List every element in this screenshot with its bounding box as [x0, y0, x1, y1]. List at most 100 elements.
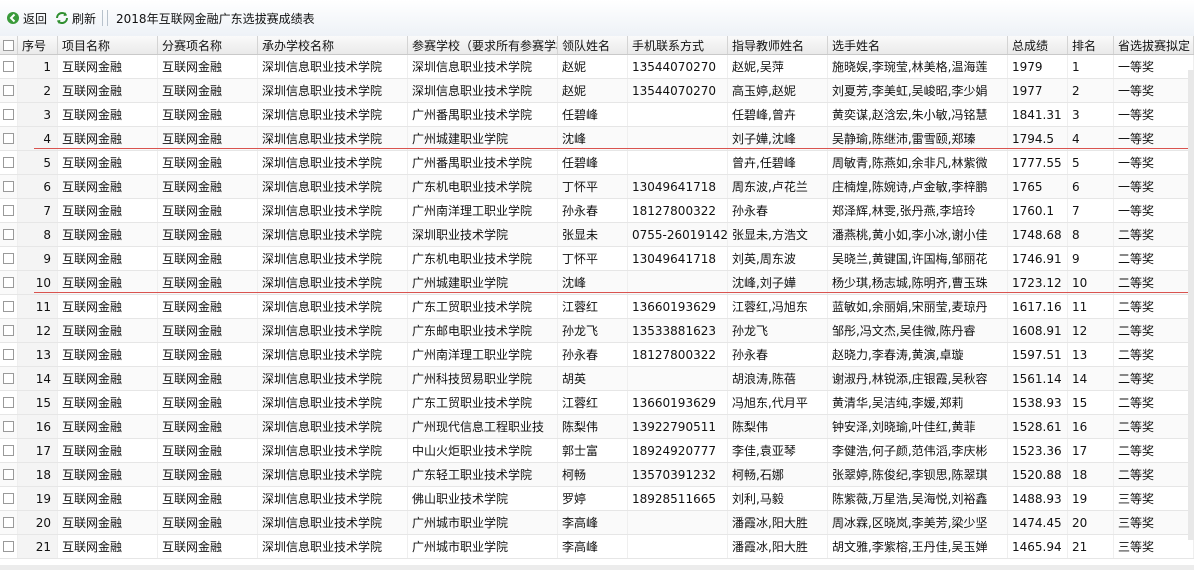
row-checkbox[interactable]: [0, 415, 18, 438]
select-all-checkbox[interactable]: [0, 36, 18, 54]
cell-col-project: 互联网金融: [58, 391, 158, 414]
header-col-score[interactable]: 总成绩: [1008, 36, 1068, 54]
header-col-leader[interactable]: 领队姓名: [558, 36, 628, 54]
row-checkbox[interactable]: [0, 535, 18, 558]
table-row[interactable]: 1 互联网金融 互联网金融 深圳信息职业技术学院 深圳信息职业技术学院 赵妮 1354407…: [0, 55, 1194, 79]
cell-col-index: 10: [18, 271, 58, 294]
cell-col-leader: 丁怀平: [558, 175, 628, 198]
cell-col-award: 一等奖: [1114, 55, 1194, 78]
table-row[interactable]: 12 互联网金融 互联网金融 深圳信息职业技术学院 广东邮电职业技术学院 孙龙飞 13533…: [0, 319, 1194, 343]
row-checkbox[interactable]: [0, 319, 18, 342]
cell-col-phone: 13049641718: [628, 175, 728, 198]
cell-col-host-school: 深圳信息职业技术学院: [258, 247, 408, 270]
cell-col-school: 广州城建职业学院: [408, 271, 558, 294]
table-row[interactable]: 21 互联网金融 互联网金融 深圳信息职业技术学院 广州城市职业学院 李高峰 潘霞冰,阳大胜…: [0, 535, 1194, 559]
table-row[interactable]: 6 互联网金融 互联网金融 深圳信息职业技术学院 广东机电职业技术学院 丁怀平 130496…: [0, 175, 1194, 199]
header-col-advisor[interactable]: 指导教师姓名: [728, 36, 828, 54]
horizontal-scrollbar[interactable]: [0, 565, 1194, 570]
cell-col-award: 二等奖: [1114, 415, 1194, 438]
table-row[interactable]: 13 互联网金融 互联网金融 深圳信息职业技术学院 广州南洋理工职业学院 孙永春 18127…: [0, 343, 1194, 367]
cell-col-subproject: 互联网金融: [158, 151, 258, 174]
cell-col-phone: 0755-26019142: [628, 223, 728, 246]
row-checkbox[interactable]: [0, 511, 18, 534]
vertical-scrollbar[interactable]: [1188, 70, 1194, 540]
row-checkbox[interactable]: [0, 247, 18, 270]
table-row[interactable]: 14 互联网金融 互联网金融 深圳信息职业技术学院 广州科技贸易职业学院 胡英 胡浪涛,陈蓓…: [0, 367, 1194, 391]
cell-col-score: 1777.55: [1008, 151, 1068, 174]
table-row[interactable]: 9 互联网金融 互联网金融 深圳信息职业技术学院 广东机电职业技术学院 丁怀平 130496…: [0, 247, 1194, 271]
cell-col-advisor: 高玉婷,赵妮: [728, 79, 828, 102]
table-row[interactable]: 17 互联网金融 互联网金融 深圳信息职业技术学院 中山火炬职业技术学院 郭士富 18924…: [0, 439, 1194, 463]
header-col-phone[interactable]: 手机联系方式: [628, 36, 728, 54]
cell-col-project: 互联网金融: [58, 151, 158, 174]
header-col-project[interactable]: 项目名称: [58, 36, 158, 54]
header-col-school[interactable]: 参赛学校（要求所有参赛学校: [408, 36, 558, 54]
row-checkbox[interactable]: [0, 343, 18, 366]
header-col-rank[interactable]: 排名: [1068, 36, 1114, 54]
cell-col-leader: 李高峰: [558, 511, 628, 534]
cell-col-score: 1841.31: [1008, 103, 1068, 126]
checkbox-box: [3, 85, 14, 96]
cell-col-rank: 7: [1068, 199, 1114, 222]
checkbox-box: [3, 517, 14, 528]
row-checkbox[interactable]: [0, 439, 18, 462]
back-button[interactable]: 返回: [2, 7, 51, 29]
cell-col-project: 互联网金融: [58, 223, 158, 246]
table-row[interactable]: 18 互联网金融 互联网金融 深圳信息职业技术学院 广东轻工职业技术学院 柯畅 135703…: [0, 463, 1194, 487]
table-row[interactable]: 11 互联网金融 互联网金融 深圳信息职业技术学院 广东工贸职业技术学院 江蓉红 13660…: [0, 295, 1194, 319]
row-checkbox[interactable]: [0, 271, 18, 294]
cell-col-phone: 18928511665: [628, 487, 728, 510]
cell-col-award: 一等奖: [1114, 175, 1194, 198]
table-row[interactable]: 7 互联网金融 互联网金融 深圳信息职业技术学院 广州南洋理工职业学院 孙永春 181278…: [0, 199, 1194, 223]
cell-col-leader: 江蓉红: [558, 295, 628, 318]
table-row[interactable]: 19 互联网金融 互联网金融 深圳信息职业技术学院 佛山职业技术学院 罗婷 18928511…: [0, 487, 1194, 511]
table-row[interactable]: 2 互联网金融 互联网金融 深圳信息职业技术学院 深圳信息职业技术学院 赵妮 1354407…: [0, 79, 1194, 103]
table-row[interactable]: 3 互联网金融 互联网金融 深圳信息职业技术学院 广州番禺职业技术学院 任碧峰 任碧峰,曾卉…: [0, 103, 1194, 127]
row-checkbox[interactable]: [0, 223, 18, 246]
row-checkbox[interactable]: [0, 463, 18, 486]
row-checkbox[interactable]: [0, 487, 18, 510]
cell-col-subproject: 互联网金融: [158, 175, 258, 198]
header-col-award[interactable]: 省选拔赛拟定: [1114, 36, 1194, 54]
cell-col-players: 黄奕谋,赵浛宏,朱小敏,冯铭慧: [828, 103, 1008, 126]
cell-col-subproject: 互联网金融: [158, 343, 258, 366]
cell-col-subproject: 互联网金融: [158, 55, 258, 78]
cell-col-subproject: 互联网金融: [158, 295, 258, 318]
cell-col-subproject: 互联网金融: [158, 511, 258, 534]
row-checkbox[interactable]: [0, 127, 18, 150]
cell-col-players: 谢淑丹,林锐添,庄银霞,吴秋容: [828, 367, 1008, 390]
row-checkbox[interactable]: [0, 367, 18, 390]
cell-col-score: 1746.91: [1008, 247, 1068, 270]
row-checkbox[interactable]: [0, 79, 18, 102]
row-checkbox[interactable]: [0, 295, 18, 318]
cell-col-subproject: 互联网金融: [158, 415, 258, 438]
table-row[interactable]: 5 互联网金融 互联网金融 深圳信息职业技术学院 广州番禺职业技术学院 任碧峰 曾卉,任碧峰…: [0, 151, 1194, 175]
header-col-subproject[interactable]: 分赛项名称: [158, 36, 258, 54]
cell-col-leader: 罗婷: [558, 487, 628, 510]
table-row[interactable]: 20 互联网金融 互联网金融 深圳信息职业技术学院 广州城市职业学院 李高峰 潘霞冰,阳大胜…: [0, 511, 1194, 535]
row-checkbox[interactable]: [0, 199, 18, 222]
header-col-index[interactable]: 序号: [18, 36, 58, 54]
cell-col-rank: 6: [1068, 175, 1114, 198]
cell-col-players: 庄楠煌,陈婉诗,卢金敏,李梓鹏: [828, 175, 1008, 198]
table-row[interactable]: 15 互联网金融 互联网金融 深圳信息职业技术学院 广东工贸职业技术学院 江蓉红 13660…: [0, 391, 1194, 415]
row-checkbox[interactable]: [0, 55, 18, 78]
cell-col-phone: [628, 151, 728, 174]
row-checkbox[interactable]: [0, 103, 18, 126]
refresh-button[interactable]: 刷新: [51, 7, 100, 29]
cell-col-index: 1: [18, 55, 58, 78]
table-row[interactable]: 8 互联网金融 互联网金融 深圳信息职业技术学院 深圳职业技术学院 张显未 0755-260…: [0, 223, 1194, 247]
header-col-players[interactable]: 选手姓名: [828, 36, 1008, 54]
cell-col-players: 蓝敏如,余丽娟,宋丽莹,麦琼丹: [828, 295, 1008, 318]
back-label: 返回: [23, 11, 48, 26]
cell-col-award: 二等奖: [1114, 343, 1194, 366]
row-checkbox[interactable]: [0, 391, 18, 414]
row-checkbox[interactable]: [0, 151, 18, 174]
cell-col-players: 李健浩,何子颜,范伟滔,李庆彬: [828, 439, 1008, 462]
cell-col-leader: 任碧峰: [558, 151, 628, 174]
table-row[interactable]: 16 互联网金融 互联网金融 深圳信息职业技术学院 广州现代信息工程职业技 陈梨伟 1392…: [0, 415, 1194, 439]
header-col-host-school[interactable]: 承办学校名称: [258, 36, 408, 54]
cell-col-host-school: 深圳信息职业技术学院: [258, 343, 408, 366]
checkbox-box: [3, 277, 14, 288]
row-checkbox[interactable]: [0, 175, 18, 198]
